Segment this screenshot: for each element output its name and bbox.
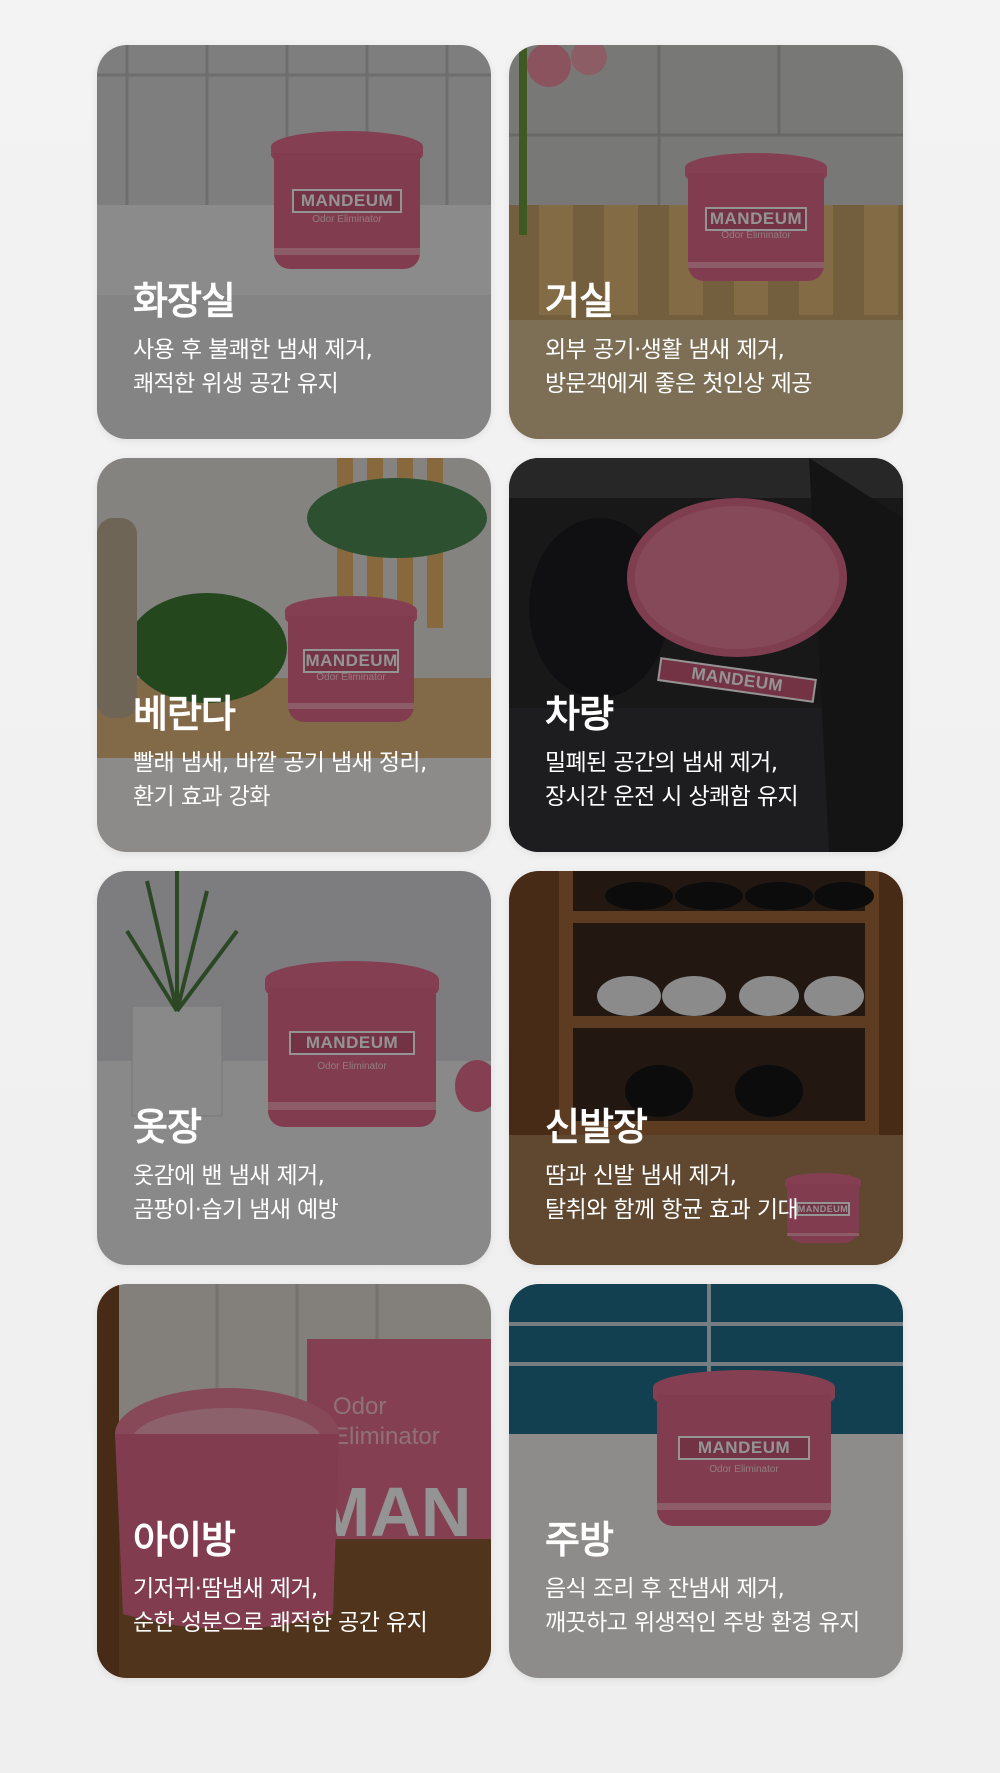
card-text: 주방 음식 조리 후 잔냄새 제거, 깨끗하고 위생적인 주방 환경 유지 [545, 1517, 883, 1640]
card-text: 베란다 빨래 냄새, 바깥 공기 냄새 정리, 환기 효과 강화 [133, 691, 471, 814]
card-title: 아이방 [133, 1517, 236, 1562]
card-text: 옷장 옷감에 밴 냄새 제거, 곰팡이·습기 냄새 예방 [133, 1104, 471, 1227]
card-title: 신발장 [545, 1104, 648, 1149]
card-title: 화장실 [133, 278, 236, 323]
card-title: 베란다 [133, 691, 236, 736]
card-title: 주방 [545, 1517, 614, 1562]
card-desc-line: 방문객에게 좋은 첫인상 제공 [545, 370, 812, 397]
card-title: 차량 [545, 691, 614, 736]
card-desc-line: 쾌적한 위생 공간 유지 [133, 370, 339, 397]
card-desc-line: 탈취와 함께 항균 효과 기대 [545, 1196, 799, 1223]
card-closet: MANDEUM Odor Eliminator 옷장 옷감에 밴 냄새 제거, … [97, 871, 491, 1265]
card-description: 땀과 신발 냄새 제거, 탈취와 함께 항균 효과 기대 [545, 1160, 883, 1227]
card-desc-line: 사용 후 불쾌한 냄새 제거, [133, 337, 373, 364]
card-description: 옷감에 밴 냄새 제거, 곰팡이·습기 냄새 예방 [133, 1160, 471, 1227]
card-shoe-rack: MANDEUM 신발장 땀과 신발 냄새 제거, 탈취와 함께 항균 효과 기대 [509, 871, 903, 1265]
card-description: 사용 후 불쾌한 냄새 제거, 쾌적한 위생 공간 유지 [133, 334, 471, 401]
usage-grid: MANDEUM Odor Eliminator 화장실 사용 후 불쾌한 냄새 … [97, 45, 903, 1678]
card-description: 빨래 냄새, 바깥 공기 냄새 정리, 환기 효과 강화 [133, 747, 471, 814]
card-desc-line: 빨래 냄새, 바깥 공기 냄새 정리, [133, 750, 427, 777]
card-living-room: MANDEUM Odor Eliminator 거실 외부 공기·생활 냄새 제… [509, 45, 903, 439]
card-text: 차량 밀폐된 공간의 냄새 제거, 장시간 운전 시 상쾌함 유지 [545, 691, 883, 814]
card-kitchen: MANDEUM Odor Eliminator 주방 음식 조리 후 잔냄새 제… [509, 1284, 903, 1678]
card-desc-line: 기저귀·땀냄새 제거, [133, 1576, 318, 1603]
card-text: 거실 외부 공기·생활 냄새 제거, 방문객에게 좋은 첫인상 제공 [545, 278, 883, 401]
card-description: 외부 공기·생활 냄새 제거, 방문객에게 좋은 첫인상 제공 [545, 334, 883, 401]
card-desc-line: 밀폐된 공간의 냄새 제거, [545, 750, 778, 777]
card-bathroom: MANDEUM Odor Eliminator 화장실 사용 후 불쾌한 냄새 … [97, 45, 491, 439]
card-text: 화장실 사용 후 불쾌한 냄새 제거, 쾌적한 위생 공간 유지 [133, 278, 471, 401]
card-desc-line: 음식 조리 후 잔냄새 제거, [545, 1576, 785, 1603]
card-text: 신발장 땀과 신발 냄새 제거, 탈취와 함께 항균 효과 기대 [545, 1104, 883, 1227]
card-desc-line: 깨끗하고 위생적인 주방 환경 유지 [545, 1609, 860, 1636]
card-title: 옷장 [133, 1104, 202, 1149]
card-desc-line: 땀과 신발 냄새 제거, [545, 1163, 737, 1190]
card-desc-line: 옷감에 밴 냄새 제거, [133, 1163, 325, 1190]
card-desc-line: 외부 공기·생활 냄새 제거, [545, 337, 785, 364]
card-car: MANDEUM 차량 밀폐된 공간의 냄새 제거, 장시간 운전 시 상쾌함 유… [509, 458, 903, 852]
card-text: 아이방 기저귀·땀냄새 제거, 순한 성분으로 쾌적한 공간 유지 [133, 1517, 471, 1640]
card-description: 음식 조리 후 잔냄새 제거, 깨끗하고 위생적인 주방 환경 유지 [545, 1573, 883, 1640]
card-title: 거실 [545, 278, 614, 323]
card-description: 밀폐된 공간의 냄새 제거, 장시간 운전 시 상쾌함 유지 [545, 747, 883, 814]
card-desc-line: 곰팡이·습기 냄새 예방 [133, 1196, 339, 1223]
card-desc-line: 환기 효과 강화 [133, 783, 270, 810]
card-desc-line: 장시간 운전 시 상쾌함 유지 [545, 783, 799, 810]
card-veranda: MANDEUM Odor Eliminator 베란다 빨래 냄새, 바깥 공기… [97, 458, 491, 852]
card-description: 기저귀·땀냄새 제거, 순한 성분으로 쾌적한 공간 유지 [133, 1573, 471, 1640]
card-desc-line: 순한 성분으로 쾌적한 공간 유지 [133, 1609, 428, 1636]
card-kids-room: Odor Eliminator MAN 아이방 기저귀·땀냄새 제거, 순한 성… [97, 1284, 491, 1678]
